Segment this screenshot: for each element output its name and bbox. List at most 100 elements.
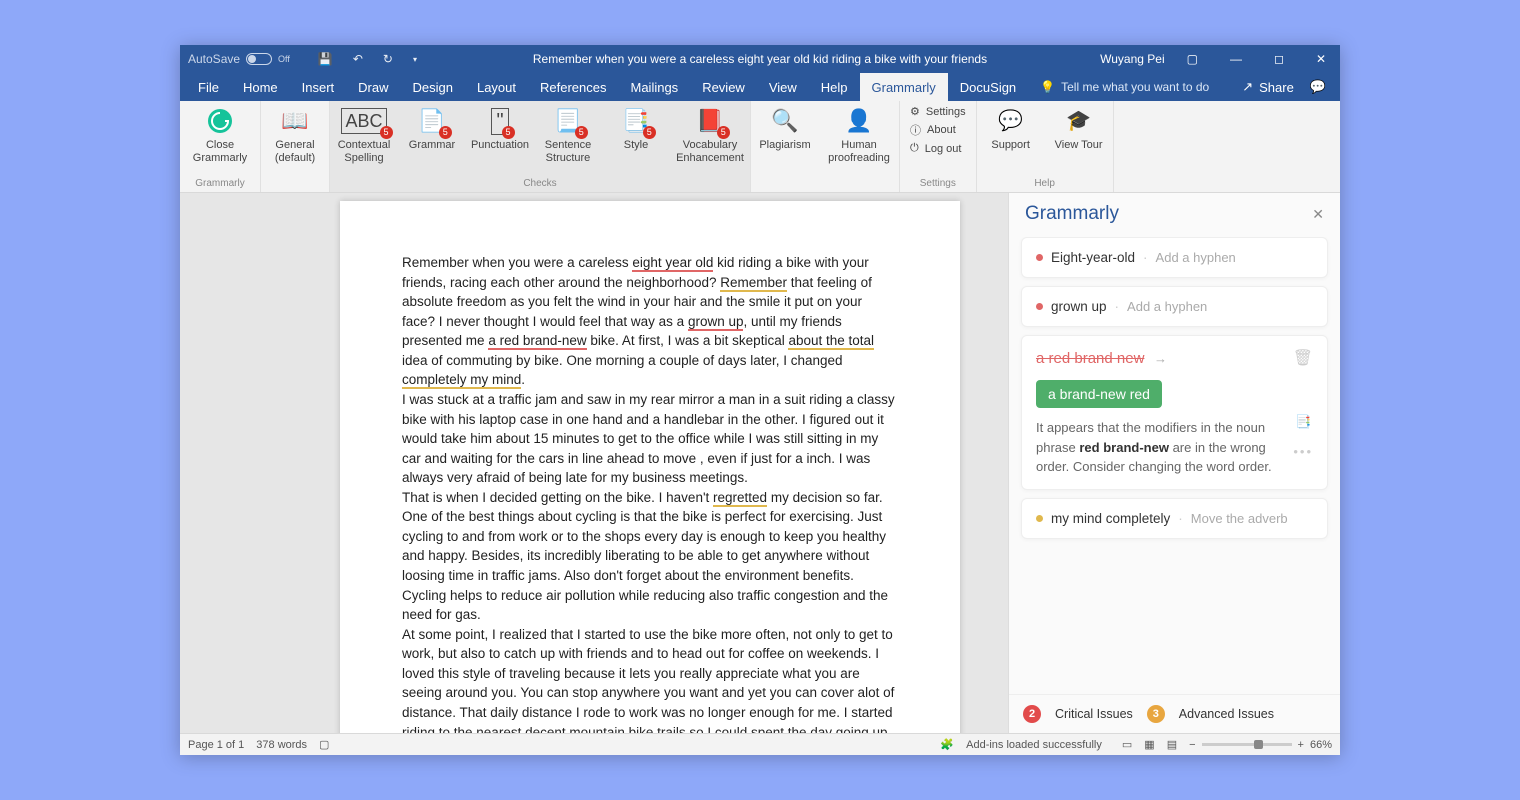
read-mode-icon[interactable]: ▭	[1122, 738, 1132, 751]
more-icon[interactable]: •••	[1293, 444, 1313, 459]
tell-me-search[interactable]: 💡 Tell me what you want to do	[1028, 73, 1221, 101]
tab-references[interactable]: References	[528, 73, 618, 101]
tab-file[interactable]: File	[186, 73, 231, 101]
dismiss-icon[interactable]: 🗑	[1293, 348, 1313, 368]
tab-view[interactable]: View	[757, 73, 809, 101]
suggestion-card[interactable]: my mind completely · Move the adverb	[1021, 498, 1328, 539]
vocabulary-enhancement-button[interactable]: 📕5 Vocabulary Enhancement	[670, 101, 750, 178]
suggestion-hint: Add a hyphen	[1127, 299, 1207, 314]
tab-insert[interactable]: Insert	[290, 73, 347, 101]
user-name[interactable]: Wuyang Pei	[1100, 52, 1164, 66]
tab-layout[interactable]: Layout	[465, 73, 528, 101]
grammar-button[interactable]: 📄5 Grammar	[398, 101, 466, 178]
minimize-icon[interactable]: —	[1220, 45, 1252, 73]
zoom-level[interactable]: 66%	[1310, 739, 1332, 751]
ribbon-group-grammarly: Grammarly	[180, 178, 260, 192]
suggestion-hint: Add a hyphen	[1156, 250, 1236, 265]
apply-suggestion-button[interactable]: a brand-new red	[1036, 380, 1162, 408]
comments-button[interactable]: 💬	[1302, 73, 1334, 101]
error-span: eight year old	[632, 255, 713, 272]
toggle-icon	[246, 53, 272, 65]
plagiarism-button[interactable]: 🔍 Plagiarism	[751, 101, 819, 178]
error-span: grown up	[688, 314, 744, 331]
advanced-issues-label[interactable]: Advanced Issues	[1179, 707, 1274, 721]
redo-icon[interactable]: ↻	[383, 52, 393, 66]
paragraph: That is when I decided getting on the bi…	[402, 488, 898, 625]
error-span: completely my mind	[402, 372, 521, 389]
autosave-toggle[interactable]: AutoSave Off	[180, 52, 298, 66]
book-icon: 📖	[281, 108, 308, 133]
ribbon-group-help: Help	[977, 178, 1113, 192]
contextual-spelling-button[interactable]: ABC5 Contextual Spelling	[330, 101, 398, 178]
view-tour-button[interactable]: 🎓 View Tour	[1045, 101, 1113, 178]
error-span: about the total	[788, 333, 874, 350]
share-icon: ↗	[1242, 79, 1253, 95]
paragraph: At some point, I realized that I started…	[402, 625, 898, 733]
tab-help[interactable]: Help	[809, 73, 860, 101]
dot-sep: ·	[1143, 250, 1148, 265]
print-layout-icon[interactable]: ▦	[1144, 738, 1154, 751]
ribbon-group-checks: Checks	[330, 178, 750, 192]
tab-draw[interactable]: Draw	[346, 73, 400, 101]
error-span: Remember	[720, 275, 787, 292]
ribbon-group-settings: Settings	[900, 178, 976, 192]
title-bar: AutoSave Off 💾 ↶ ↻ ▾ Remember when you w…	[180, 45, 1340, 73]
punctuation-button[interactable]: "5 Punctuation	[466, 101, 534, 178]
close-icon[interactable]: ✕	[1306, 45, 1336, 73]
suggestion-card[interactable]: Eight-year-old · Add a hyphen	[1021, 237, 1328, 278]
tab-mailings[interactable]: Mailings	[619, 73, 691, 101]
zoom-out-button[interactable]: −	[1189, 739, 1195, 751]
panel-close-icon[interactable]: ✕	[1312, 206, 1324, 223]
save-icon[interactable]: 💾	[318, 52, 333, 66]
tab-review[interactable]: Review	[690, 73, 757, 101]
sentence-structure-button[interactable]: 📃5 Sentence Structure	[534, 101, 602, 178]
suggestion-card[interactable]: grown up · Add a hyphen	[1021, 286, 1328, 327]
person-icon: 👤	[845, 108, 872, 133]
page-scroll[interactable]: Remember when you were a careless eight …	[180, 193, 1008, 733]
zoom-in-button[interactable]: +	[1298, 739, 1304, 751]
addins-status: Add-ins loaded successfully	[966, 739, 1102, 751]
ribbon-tabs: File Home Insert Draw Design Layout Refe…	[180, 73, 1340, 101]
critical-count-badge[interactable]: 2	[1023, 705, 1041, 723]
tab-home[interactable]: Home	[231, 73, 290, 101]
graduation-icon: 🎓	[1066, 110, 1091, 133]
autosave-state: Off	[278, 54, 290, 64]
proofing-icon[interactable]: ▢	[319, 738, 329, 751]
zoom-slider[interactable]	[1202, 743, 1292, 746]
qat-more-icon[interactable]: ▾	[413, 55, 417, 64]
critical-issues-label[interactable]: Critical Issues	[1055, 707, 1133, 721]
support-button[interactable]: 💬 Support	[977, 101, 1045, 178]
add-to-dict-icon[interactable]: 📑	[1295, 414, 1311, 430]
logout-button[interactable]: ⏻Log out	[910, 142, 966, 155]
advanced-count-badge[interactable]: 3	[1147, 705, 1165, 723]
paragraph: Remember when you were a careless eight …	[402, 253, 898, 390]
word-count[interactable]: 378 words	[256, 739, 307, 751]
gear-icon: ⚙	[910, 105, 920, 118]
settings-button[interactable]: ⚙Settings	[910, 105, 966, 118]
dot-sep: ·	[1178, 511, 1183, 526]
comment-icon: 💬	[1310, 79, 1326, 95]
human-proofreading-button[interactable]: 👤 Human proofreading	[819, 101, 899, 178]
document-page[interactable]: Remember when you were a careless eight …	[340, 201, 960, 733]
advanced-dot-icon	[1036, 515, 1043, 522]
autosave-label: AutoSave	[188, 52, 240, 66]
general-default-button[interactable]: 📖 General (default)	[261, 101, 329, 178]
page-indicator[interactable]: Page 1 of 1	[188, 739, 244, 751]
addin-icon: 🧩	[940, 738, 954, 751]
tab-grammarly[interactable]: Grammarly	[860, 73, 948, 101]
tab-docusign[interactable]: DocuSign	[948, 73, 1028, 101]
style-button[interactable]: 📑5 Style	[602, 101, 670, 178]
undo-icon[interactable]: ↶	[353, 52, 363, 66]
strike-text: a red brand new	[1036, 350, 1144, 367]
close-grammarly-button[interactable]: Close Grammarly	[180, 101, 260, 178]
paragraph: I was stuck at a traffic jam and saw in …	[402, 390, 898, 488]
maximize-icon[interactable]: ◻	[1264, 45, 1294, 73]
ribbon-display-icon[interactable]: ▢	[1177, 45, 1208, 73]
suggestion-text: Eight-year-old	[1051, 250, 1135, 265]
share-button[interactable]: ↗ Share	[1234, 73, 1302, 101]
about-button[interactable]: ⓘAbout	[910, 122, 966, 138]
tab-design[interactable]: Design	[401, 73, 465, 101]
web-layout-icon[interactable]: ▤	[1167, 738, 1177, 751]
grammarly-logo-icon	[207, 108, 233, 134]
suggestion-card-expanded: a red brand new → 🗑 a brand-new red 📑 ••…	[1021, 335, 1328, 490]
